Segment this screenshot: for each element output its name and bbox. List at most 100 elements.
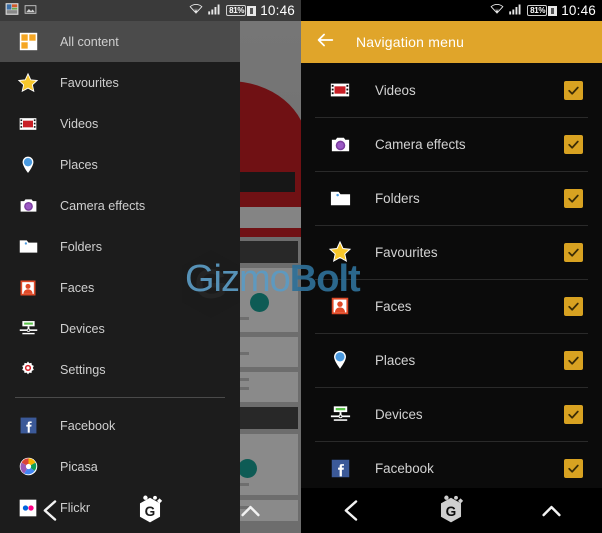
drawer-item-label: Settings: [60, 362, 106, 377]
facebook-icon: [17, 415, 39, 437]
drawer-item-settings[interactable]: Settings: [0, 349, 240, 390]
menu-item-faces[interactable]: Faces: [301, 279, 602, 333]
face-portrait-icon: [17, 277, 39, 299]
page-title: Navigation menu: [356, 34, 465, 50]
system-recents-icon[interactable]: [229, 491, 273, 531]
menu-item-folders[interactable]: Folders: [301, 171, 602, 225]
gallery-notification-icon: [5, 2, 19, 19]
battery-charging-icon: [247, 5, 257, 16]
devices-icon: [328, 402, 352, 426]
svg-text:G: G: [446, 504, 457, 519]
menu-item-camera-effects[interactable]: Camera effects: [301, 117, 602, 171]
checkbox-favourites[interactable]: [564, 242, 583, 262]
menu-item-label: Videos: [375, 82, 416, 98]
navigation-menu-list: Videos Camera effects Folders Favourites…: [301, 63, 602, 488]
app-bar: Navigation menu: [301, 21, 602, 63]
battery-level-label: 81%: [226, 5, 247, 16]
left-screen: All content Favourites Videos Places Cam…: [0, 0, 301, 533]
gizmobolt-home-icon[interactable]: G: [429, 491, 473, 531]
drawer-item-places[interactable]: Places: [0, 144, 240, 185]
folder-icon: [328, 186, 352, 210]
drawer-item-label: Places: [60, 157, 98, 172]
drawer-item-label: Folders: [60, 239, 102, 254]
gear-icon: [17, 359, 39, 381]
drawer-item-label: Videos: [60, 116, 99, 131]
menu-item-label: Places: [375, 352, 416, 368]
camera-icon: [17, 195, 39, 217]
star-icon: [17, 72, 39, 94]
drawer-item-label: All content: [60, 34, 119, 49]
menu-item-label: Devices: [375, 406, 423, 422]
picasa-icon: [17, 456, 39, 478]
checkbox-facebook[interactable]: [564, 458, 583, 478]
devices-icon: [17, 318, 39, 340]
status-clock: 10:46: [561, 3, 596, 18]
drawer-divider: [15, 397, 225, 398]
camera-icon: [328, 132, 352, 156]
drawer-item-label: Picasa: [60, 459, 98, 474]
battery-charging-icon: [548, 5, 558, 16]
back-arrow-icon[interactable]: [314, 29, 336, 56]
drawer-item-label: Favourites: [60, 75, 119, 90]
system-navigation-bar: G: [301, 488, 602, 533]
system-back-icon[interactable]: [28, 491, 72, 531]
system-navigation-bar: G: [0, 488, 301, 533]
face-portrait-icon: [328, 294, 352, 318]
menu-item-label: Facebook: [375, 460, 434, 476]
menu-item-favourites[interactable]: Favourites: [301, 225, 602, 279]
right-screen: 81% 10:46 Navigation menu Videos Camera …: [301, 0, 602, 533]
drawer-item-videos[interactable]: Videos: [0, 103, 240, 144]
battery-level-label: 81%: [527, 5, 548, 16]
checkbox-videos[interactable]: [564, 80, 583, 100]
menu-item-videos[interactable]: Videos: [301, 63, 602, 117]
drawer-item-all-content[interactable]: All content: [0, 21, 240, 62]
menu-item-devices[interactable]: Devices: [301, 387, 602, 441]
system-back-icon[interactable]: [329, 491, 373, 531]
checkbox-places[interactable]: [564, 350, 583, 370]
facebook-icon: [328, 456, 352, 480]
svg-text:G: G: [145, 504, 156, 519]
map-pin-icon: [17, 154, 39, 176]
status-battery: 81%: [527, 5, 558, 16]
checkbox-faces[interactable]: [564, 296, 583, 316]
menu-item-facebook[interactable]: Facebook: [301, 441, 602, 495]
menu-item-label: Camera effects: [375, 136, 466, 152]
image-notification-icon: [24, 3, 37, 19]
drawer-item-facebook[interactable]: Facebook: [0, 405, 240, 446]
film-strip-icon: [17, 113, 39, 135]
drawer-item-favourites[interactable]: Favourites: [0, 62, 240, 103]
checkbox-folders[interactable]: [564, 188, 583, 208]
signal-icon: [207, 3, 222, 19]
drawer-item-label: Faces: [60, 280, 95, 295]
status-clock: 10:46: [260, 3, 295, 18]
menu-item-places[interactable]: Places: [301, 333, 602, 387]
checkbox-camera-effects[interactable]: [564, 134, 583, 154]
drawer-item-label: Devices: [60, 321, 105, 336]
drawer-item-camera-effects[interactable]: Camera effects: [0, 185, 240, 226]
drawer-item-picasa[interactable]: Picasa: [0, 446, 240, 487]
wifi-icon: [490, 2, 504, 19]
star-icon: [328, 240, 352, 264]
film-strip-icon: [328, 78, 352, 102]
menu-item-label: Favourites: [375, 244, 438, 260]
map-pin-icon: [328, 348, 352, 372]
signal-icon: [508, 3, 523, 19]
status-bar: 81% 10:46: [0, 0, 301, 21]
checkbox-devices[interactable]: [564, 404, 583, 424]
drawer-item-label: Camera effects: [60, 198, 146, 213]
drawer-item-label: Facebook: [60, 418, 116, 433]
folder-icon: [17, 236, 39, 258]
status-battery: 81%: [226, 5, 257, 16]
navigation-drawer: All content Favourites Videos Places Cam…: [0, 0, 240, 533]
status-bar: 81% 10:46: [301, 0, 602, 21]
drawer-item-devices[interactable]: Devices: [0, 308, 240, 349]
all-content-icon: [17, 31, 39, 53]
system-recents-icon[interactable]: [530, 491, 574, 531]
drawer-item-folders[interactable]: Folders: [0, 226, 240, 267]
screenshot-root: All content Favourites Videos Places Cam…: [0, 0, 602, 533]
wifi-icon: [189, 2, 203, 19]
gizmobolt-home-icon[interactable]: G: [128, 491, 172, 531]
menu-item-label: Faces: [375, 298, 412, 314]
menu-item-label: Folders: [375, 190, 420, 206]
drawer-item-faces[interactable]: Faces: [0, 267, 240, 308]
